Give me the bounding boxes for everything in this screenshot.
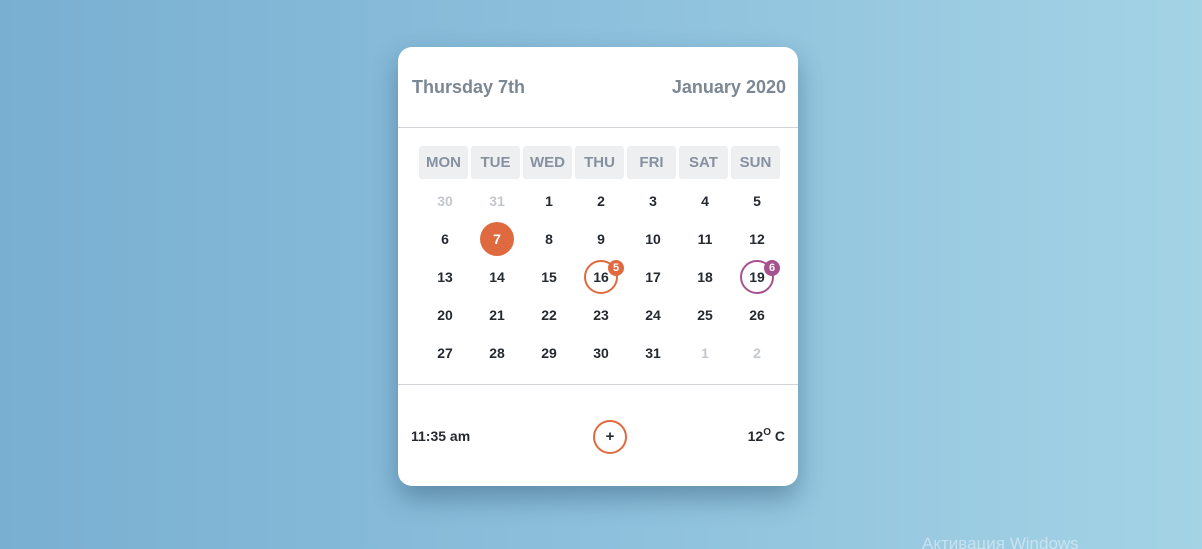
day-cell[interactable]: 30 <box>575 334 627 372</box>
weekday-sun: SUN <box>731 146 780 179</box>
current-time: 11:35 am <box>411 428 471 444</box>
day-number: 16 <box>593 269 609 285</box>
day-cell[interactable]: 4 <box>679 182 731 220</box>
day-number: 4 <box>701 193 709 209</box>
day-cell[interactable]: 20 <box>419 296 471 334</box>
day-number: 3 <box>649 193 657 209</box>
calendar-card: Thursday 7th January 2020 MON TUE WED THU FR… <box>398 47 798 486</box>
day-number: 21 <box>489 307 505 323</box>
day-number: 8 <box>545 231 553 247</box>
day-cell[interactable]: 22 <box>523 296 575 334</box>
weekday-fri: FRI <box>627 146 676 179</box>
day-number: 2 <box>597 193 605 209</box>
day-number: 26 <box>749 307 765 323</box>
day-cell[interactable]: 27 <box>419 334 471 372</box>
day-cell[interactable]: 15 <box>523 258 575 296</box>
day-cell[interactable]: 30 <box>419 182 471 220</box>
day-number: 6 <box>441 231 449 247</box>
day-number: 31 <box>489 193 505 209</box>
day-number: 30 <box>437 193 453 209</box>
day-number: 31 <box>645 345 661 361</box>
day-cell[interactable]: 17 <box>627 258 679 296</box>
add-event-button[interactable]: + <box>593 420 627 454</box>
event-count-badge: 5 <box>608 260 624 276</box>
temperature-value: 12 <box>747 428 764 444</box>
day-cell[interactable]: 6 <box>419 220 471 258</box>
day-number: 13 <box>437 269 453 285</box>
day-cell[interactable]: 1 <box>523 182 575 220</box>
temperature-unit: C <box>771 428 785 444</box>
day-cell[interactable]: 14 <box>471 258 523 296</box>
day-cell[interactable]: 10 <box>627 220 679 258</box>
day-number: 22 <box>541 307 557 323</box>
day-number: 1 <box>701 345 709 361</box>
day-cell[interactable]: 29 <box>523 334 575 372</box>
day-cell[interactable]: 24 <box>627 296 679 334</box>
day-cell-with-events[interactable]: 16 5 <box>575 258 627 296</box>
day-cell[interactable]: 28 <box>471 334 523 372</box>
day-number: 5 <box>753 193 761 209</box>
day-number: 18 <box>697 269 713 285</box>
weekday-mon: MON <box>419 146 468 179</box>
day-cell[interactable]: 12 <box>731 220 783 258</box>
day-number: 20 <box>437 307 453 323</box>
degree-mark: O <box>763 427 771 438</box>
day-cell[interactable]: 5 <box>731 182 783 220</box>
day-cell[interactable]: 21 <box>471 296 523 334</box>
calendar-footer: 11:35 am + 12O C <box>398 384 798 486</box>
week-row: 13 14 15 16 5 17 18 19 6 <box>419 258 783 296</box>
day-cell[interactable]: 13 <box>419 258 471 296</box>
week-row: 30 31 1 2 3 4 5 <box>419 182 783 220</box>
day-number: 12 <box>749 231 765 247</box>
day-cell[interactable]: 31 <box>627 334 679 372</box>
temperature: 12O C <box>747 427 785 445</box>
day-cell[interactable]: 9 <box>575 220 627 258</box>
day-cell-today[interactable]: 7 <box>471 220 523 258</box>
day-cell[interactable]: 1 <box>679 334 731 372</box>
day-cell[interactable]: 23 <box>575 296 627 334</box>
day-cell[interactable]: 18 <box>679 258 731 296</box>
selected-day-label: Thursday 7th <box>412 77 526 97</box>
days-grid: 30 31 1 2 3 4 5 6 7 8 9 10 11 12 13 14 15 16 5 17 18 19 6 20 21 2… <box>419 182 783 372</box>
day-number: 19 <box>749 269 765 285</box>
day-number: 10 <box>645 231 661 247</box>
day-number: 1 <box>545 193 553 209</box>
day-cell[interactable]: 26 <box>731 296 783 334</box>
week-row: 20 21 22 23 24 25 26 <box>419 296 783 334</box>
weekday-thu: THU <box>575 146 624 179</box>
day-cell-with-events[interactable]: 19 6 <box>731 258 783 296</box>
day-number: 17 <box>645 269 661 285</box>
calendar-header: Thursday 7th January 2020 <box>398 47 798 128</box>
weekday-sat: SAT <box>679 146 728 179</box>
day-number: 14 <box>489 269 505 285</box>
day-cell[interactable]: 2 <box>575 182 627 220</box>
day-number: 2 <box>753 345 761 361</box>
month-label[interactable]: January 2020 <box>672 77 786 98</box>
event-count-badge: 6 <box>764 260 780 276</box>
weekday-header-row: MON TUE WED THU FRI SAT SUN <box>419 146 780 179</box>
day-number: 9 <box>597 231 605 247</box>
day-cell[interactable]: 8 <box>523 220 575 258</box>
day-cell[interactable]: 2 <box>731 334 783 372</box>
day-number: 27 <box>437 345 453 361</box>
day-cell[interactable]: 31 <box>471 182 523 220</box>
day-cell[interactable]: 25 <box>679 296 731 334</box>
day-cell[interactable]: 11 <box>679 220 731 258</box>
day-number: 29 <box>541 345 557 361</box>
day-number: 24 <box>645 307 661 323</box>
day-number: 25 <box>697 307 713 323</box>
day-number: 28 <box>489 345 505 361</box>
day-number: 30 <box>593 345 609 361</box>
weekday-wed: WED <box>523 146 572 179</box>
day-number: 23 <box>593 307 609 323</box>
weekday-tue: TUE <box>471 146 520 179</box>
week-row: 27 28 29 30 31 1 2 <box>419 334 783 372</box>
day-number: 7 <box>493 231 501 247</box>
day-cell[interactable]: 3 <box>627 182 679 220</box>
week-row: 6 7 8 9 10 11 12 <box>419 220 783 258</box>
day-number: 11 <box>697 231 713 247</box>
day-number: 15 <box>541 269 557 285</box>
windows-activation-watermark: Активация Windows <box>922 534 1079 549</box>
